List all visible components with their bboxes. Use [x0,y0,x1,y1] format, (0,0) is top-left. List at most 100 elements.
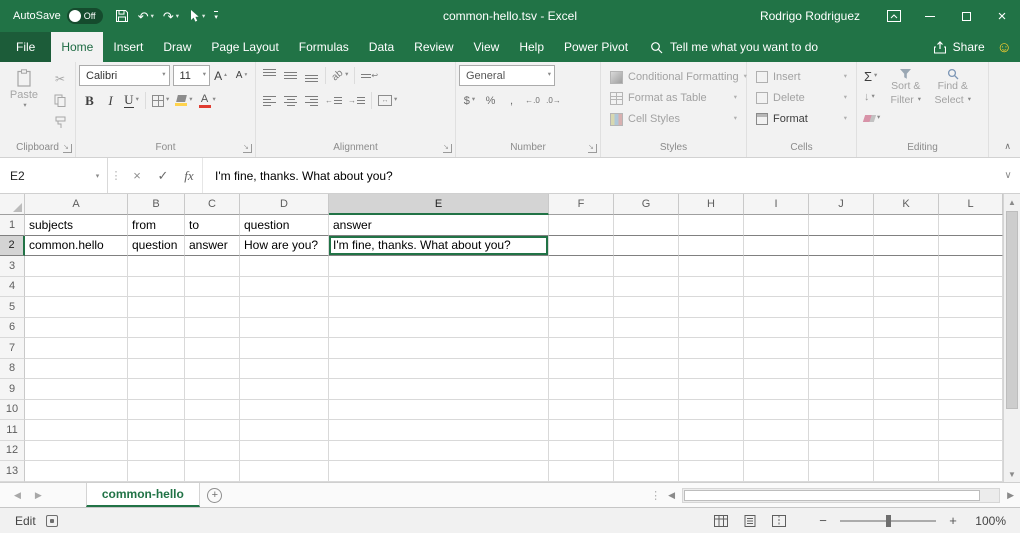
cell-B4[interactable] [128,277,185,298]
font-color-dropdown-icon[interactable]: ▾ [213,97,216,104]
cell-A9[interactable] [25,379,128,400]
cell-E5[interactable] [329,297,549,318]
cell-H2[interactable] [679,236,744,257]
fill-dropdown-icon[interactable]: ▾ [872,94,875,101]
increase-decimal-button[interactable]: ←.0 [522,90,543,111]
cell-L4[interactable] [939,277,1003,298]
close-button[interactable]: × [984,0,1020,32]
scroll-right-icon[interactable]: ▶ [1007,490,1014,501]
cell-A3[interactable] [25,256,128,277]
paste-button[interactable]: Paste ▾ [3,65,45,140]
cell-H1[interactable] [679,215,744,236]
tell-me-box[interactable]: Tell me what you want to do [650,32,818,62]
cell-J13[interactable] [809,461,874,482]
scroll-left-icon[interactable]: ◀ [668,490,675,501]
cell-A4[interactable] [25,277,128,298]
cell-H13[interactable] [679,461,744,482]
cell-H8[interactable] [679,359,744,380]
cell-K11[interactable] [874,420,939,441]
cell-G12[interactable] [614,441,679,462]
cell-styles-button[interactable]: Cell Styles ▾ [604,109,743,129]
cell-C2[interactable]: answer [185,236,240,257]
cell-J3[interactable] [809,256,874,277]
autosave-switch[interactable]: Off [67,8,103,24]
share-button[interactable]: Share [933,40,985,54]
insert-cells-button[interactable]: Insert ▾ [750,67,853,87]
cell-I6[interactable] [744,318,809,339]
cell-D8[interactable] [240,359,329,380]
cell-A8[interactable] [25,359,128,380]
zoom-level[interactable]: 100% [968,514,1006,528]
tab-home[interactable]: Home [51,32,103,62]
column-header-I[interactable]: I [744,194,809,215]
font-name-select[interactable]: Calibri ▾ [79,65,170,86]
column-header-F[interactable]: F [549,194,614,215]
cell-D1[interactable]: question [240,215,329,236]
cell-L6[interactable] [939,318,1003,339]
font-name-dropdown-icon[interactable]: ▾ [162,72,165,79]
undo-button[interactable]: ↶ ▾ [138,10,154,23]
cell-F12[interactable] [549,441,614,462]
comma-style-button[interactable]: , [501,90,522,111]
italic-button[interactable]: I [100,90,121,111]
alignment-dialog-launcher[interactable]: ↘ [443,144,452,153]
align-center-button[interactable] [280,90,301,111]
feedback-smiley-icon[interactable]: ☺ [997,40,1012,55]
scroll-down-icon[interactable]: ▼ [1004,466,1020,482]
cell-K10[interactable] [874,400,939,421]
cell-L12[interactable] [939,441,1003,462]
cut-button[interactable]: ✂ [50,70,70,87]
maximize-button[interactable] [948,0,984,32]
autosave-toggle[interactable]: AutoSave Off [0,8,113,24]
cell-D10[interactable] [240,400,329,421]
cell-I4[interactable] [744,277,809,298]
next-sheet-icon[interactable]: ▶ [35,490,42,501]
cell-L5[interactable] [939,297,1003,318]
cell-B5[interactable] [128,297,185,318]
cell-H5[interactable] [679,297,744,318]
increase-indent-button[interactable]: → [345,90,368,111]
cell-E11[interactable] [329,420,549,441]
find-select-button[interactable]: Find & Select▾ [929,65,976,140]
cell-A6[interactable] [25,318,128,339]
cell-C4[interactable] [185,277,240,298]
font-size-dropdown-icon[interactable]: ▾ [203,72,206,79]
cell-B13[interactable] [128,461,185,482]
cell-K7[interactable] [874,338,939,359]
name-box[interactable]: E2 [0,158,88,193]
zoom-slider-thumb[interactable] [886,515,891,527]
row-header-3[interactable]: 3 [0,256,25,277]
cell-F7[interactable] [549,338,614,359]
cell-G2[interactable] [614,236,679,257]
cell-J12[interactable] [809,441,874,462]
cell-A10[interactable] [25,400,128,421]
cell-A5[interactable] [25,297,128,318]
cell-B11[interactable] [128,420,185,441]
decrease-decimal-button[interactable]: .0→ [543,90,564,111]
cell-D11[interactable] [240,420,329,441]
cell-E10[interactable] [329,400,549,421]
cell-K8[interactable] [874,359,939,380]
cell-F13[interactable] [549,461,614,482]
touch-mode-dropdown-icon[interactable]: ▾ [202,12,205,20]
bold-button[interactable]: B [79,90,100,111]
cell-I1[interactable] [744,215,809,236]
cell-L1[interactable] [939,215,1003,236]
cell-L8[interactable] [939,359,1003,380]
cell-E12[interactable] [329,441,549,462]
cell-L11[interactable] [939,420,1003,441]
clipboard-dialog-launcher[interactable]: ↘ [63,144,72,153]
cell-H3[interactable] [679,256,744,277]
cell-C7[interactable] [185,338,240,359]
align-left-button[interactable] [259,90,280,111]
merge-dropdown-icon[interactable]: ▾ [394,97,397,104]
column-header-E[interactable]: E [329,194,549,215]
customize-qat-button[interactable]: ▾ [214,11,218,21]
cell-B1[interactable]: from [128,215,185,236]
fill-button[interactable]: ↓▾ [864,88,880,106]
minimize-button[interactable] [912,0,948,32]
row-header-8[interactable]: 8 [0,359,25,380]
autosum-button[interactable]: Σ▾ [864,67,880,85]
cell-D5[interactable] [240,297,329,318]
cell-E9[interactable] [329,379,549,400]
